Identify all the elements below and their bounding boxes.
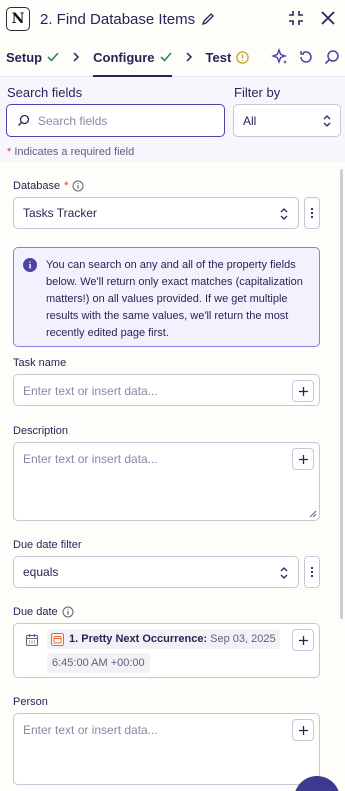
refresh-icon[interactable]	[297, 48, 315, 66]
database-label: Database *	[13, 180, 84, 192]
search-fields-label: Search fields	[7, 85, 83, 100]
tab-configure[interactable]: Configure	[93, 38, 172, 77]
insert-data-button[interactable]	[292, 380, 314, 402]
kebab-icon	[310, 566, 314, 578]
tab-label: Test	[205, 49, 232, 65]
task-name-placeholder: Enter text or insert data...	[23, 384, 158, 398]
database-more-button[interactable]	[304, 197, 320, 229]
due-date-field[interactable]: 1. Pretty Next Occurrence: Sep 03, 2025 …	[13, 623, 320, 678]
due-date-filter-select[interactable]: equals	[13, 556, 299, 588]
schedule-step-icon	[51, 632, 64, 646]
description-label: Description	[13, 425, 69, 437]
insert-data-button[interactable]	[292, 629, 314, 651]
plus-icon	[298, 635, 308, 645]
updown-chevron-icon	[280, 208, 288, 220]
insert-data-button[interactable]	[292, 448, 314, 470]
info-icon[interactable]	[62, 606, 74, 618]
tab-label: Setup	[6, 49, 43, 65]
updown-chevron-icon	[323, 115, 331, 127]
info-callout: You can search on any and all of the pro…	[13, 247, 320, 347]
step-title: 2. Find Database Items	[40, 10, 196, 28]
search-icon	[18, 114, 30, 126]
due-date-filter-label: Due date filter	[13, 539, 82, 551]
step-field-value: Sep 03, 2025	[210, 633, 276, 645]
database-select[interactable]: Tasks Tracker	[13, 197, 299, 229]
step-tabs: Setup Configure Test	[0, 38, 345, 77]
mapped-value-continuation[interactable]: 6:45:00 AM +00:00	[47, 653, 150, 673]
updown-chevron-icon	[280, 567, 288, 579]
scrollbar[interactable]	[340, 169, 343, 619]
required-note-text: Indicates a required field	[14, 146, 135, 158]
required-asterisk: *	[7, 146, 12, 158]
info-circle-icon	[23, 258, 37, 272]
filter-by-label: Filter by	[234, 85, 281, 100]
kebab-icon	[310, 207, 314, 219]
search-input[interactable]	[38, 113, 208, 128]
step-field-label: 1. Pretty Next Occurrence:	[69, 633, 208, 645]
database-value: Tasks Tracker	[23, 206, 98, 220]
tab-test[interactable]: Test	[206, 38, 250, 76]
insert-data-button[interactable]	[292, 719, 314, 741]
required-note: * Indicates a required field	[7, 146, 134, 158]
plus-icon	[298, 725, 308, 735]
due-date-filter-more-button[interactable]	[304, 556, 320, 588]
due-date-label: Due date	[13, 606, 74, 618]
due-date-filter-value: equals	[23, 565, 59, 579]
tab-label: Configure	[93, 49, 155, 65]
person-label: Person	[13, 696, 48, 708]
sparkle-icon[interactable]	[271, 48, 289, 66]
check-icon	[159, 52, 172, 62]
time-value: 6:45:00 AM +00:00	[52, 657, 145, 669]
search-fields-box[interactable]	[6, 104, 225, 137]
mapped-value-pill[interactable]: 1. Pretty Next Occurrence: Sep 03, 2025	[47, 629, 280, 649]
description-field[interactable]: Enter text or insert data...	[13, 442, 320, 521]
pencil-icon[interactable]	[201, 12, 215, 26]
search-icon[interactable]	[323, 48, 341, 66]
calendar-icon	[25, 634, 39, 647]
info-text: You can search on any and all of the pro…	[46, 259, 303, 339]
required-asterisk: *	[64, 180, 69, 192]
search-section: Search fields Filter by All * Indicates …	[0, 77, 345, 162]
filter-value: All	[243, 113, 257, 128]
filter-select[interactable]: All	[233, 104, 341, 137]
task-name-label: Task name	[13, 357, 67, 369]
chevron-right-icon	[185, 52, 192, 62]
info-icon[interactable]	[72, 180, 84, 192]
task-name-field[interactable]: Enter text or insert data...	[13, 374, 320, 406]
collapse-icon[interactable]	[287, 9, 305, 27]
description-placeholder: Enter text or insert data...	[23, 452, 158, 466]
person-placeholder: Enter text or insert data...	[23, 723, 158, 737]
resize-handle-icon[interactable]	[309, 510, 317, 518]
app-header: N 2. Find Database Items	[0, 0, 345, 38]
check-icon	[47, 52, 59, 62]
plus-icon	[298, 454, 308, 464]
notion-logo: N	[6, 7, 30, 31]
chevron-right-icon	[73, 52, 80, 62]
plus-icon	[298, 386, 308, 396]
tab-setup[interactable]: Setup	[6, 38, 59, 76]
person-field[interactable]: Enter text or insert data...	[13, 713, 320, 785]
warning-icon	[236, 50, 250, 64]
close-icon[interactable]	[319, 9, 337, 27]
